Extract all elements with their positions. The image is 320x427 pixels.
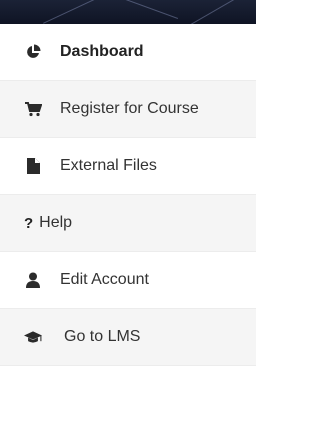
sidebar-item-label: Edit Account [60,271,149,288]
cart-icon [24,100,42,118]
sidebar-item-external-files[interactable]: External Files [0,138,256,195]
sidebar-item-go-to-lms[interactable]: Go to LMS [0,309,256,366]
sidebar-item-label: Register for Course [60,100,199,117]
sidebar-item-label: External Files [60,157,157,174]
user-icon [24,271,42,289]
question-icon: ? [24,214,34,232]
pie-chart-icon [24,43,42,61]
graduation-cap-icon [24,328,42,346]
sidebar-item-label: Go to LMS [64,328,141,345]
sidebar-item-register-for-course[interactable]: Register for Course [0,81,256,138]
header-banner [0,0,256,24]
sidebar-item-label: Help [39,214,73,231]
sidebar-menu: Dashboard Register for Course External F… [0,24,256,366]
sidebar-item-help[interactable]: ? Help [0,195,256,252]
sidebar-item-dashboard[interactable]: Dashboard [0,24,256,81]
sidebar-item-label: Dashboard [60,43,144,60]
file-icon [24,157,42,175]
sidebar-item-edit-account[interactable]: Edit Account [0,252,256,309]
